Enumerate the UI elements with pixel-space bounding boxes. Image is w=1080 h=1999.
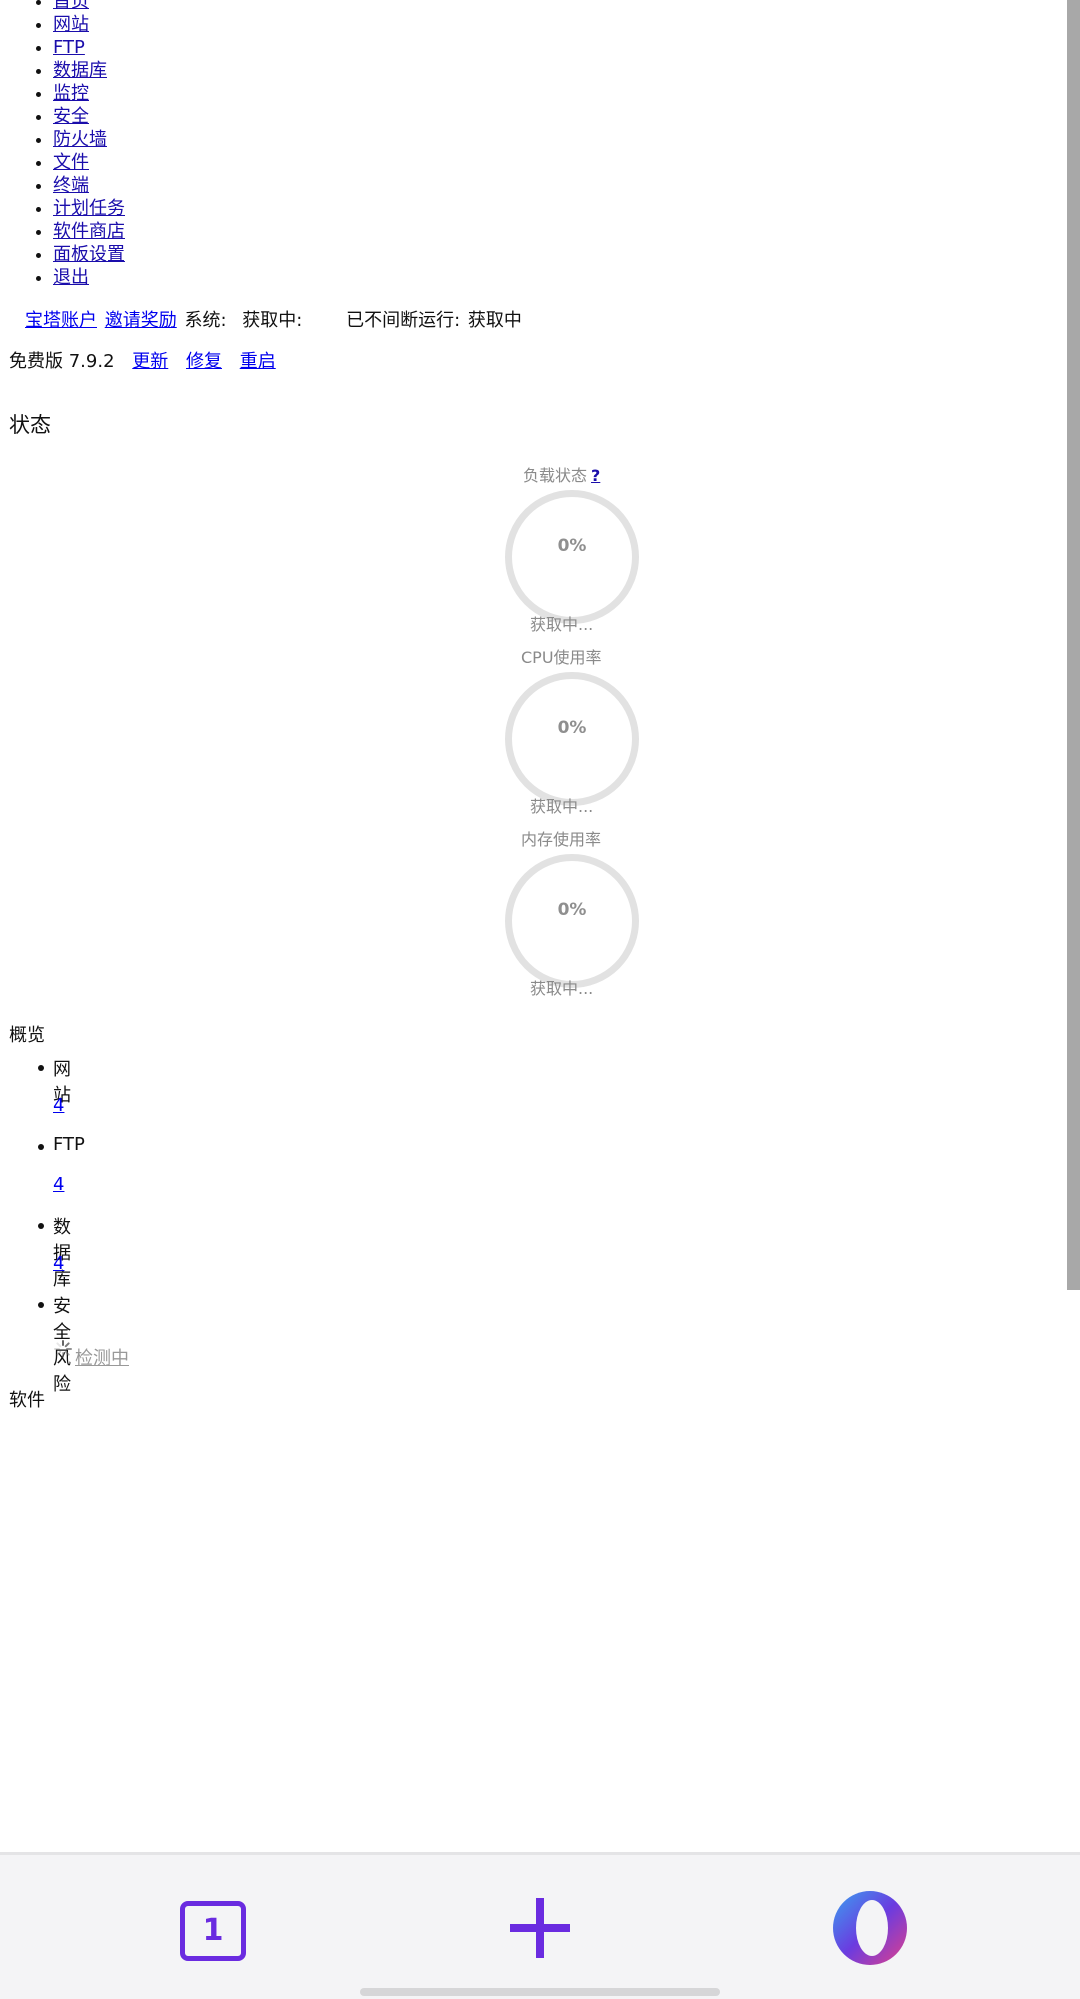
invite-link[interactable]: 邀请奖励	[105, 310, 177, 331]
uptime-value: 获取中	[467, 310, 522, 331]
system-value: 获取中:	[242, 310, 303, 331]
account-link[interactable]: 宝塔账户	[25, 310, 97, 331]
nav-link-files[interactable]: 文件	[53, 152, 89, 173]
nav-item-home[interactable]: 首页	[53, 0, 125, 13]
nav-link-security[interactable]: 安全	[53, 106, 89, 127]
status-title: 状态	[9, 413, 51, 437]
nav-item-store[interactable]: 软件商店	[53, 220, 125, 243]
overview-count-link[interactable]: 4	[53, 1253, 64, 1274]
nav-item-ftp[interactable]: FTP	[53, 36, 125, 59]
cpu-gauge-value: 0%	[557, 718, 587, 738]
update-link[interactable]: 更新	[132, 351, 168, 372]
overview-label: 数据库	[53, 1217, 71, 1290]
load-gauge-value: 0%	[557, 536, 587, 556]
nav-link-ftp[interactable]: FTP	[53, 37, 85, 58]
bullet	[38, 1144, 44, 1150]
overview-count-link[interactable]: 4	[53, 1095, 64, 1116]
nav-item-websites[interactable]: 网站	[53, 13, 125, 36]
nav-item-settings[interactable]: 面板设置	[53, 243, 125, 266]
overview-title: 概览	[9, 1025, 45, 1046]
load-gauge-status: 获取中...	[530, 615, 594, 634]
nav-item-cron[interactable]: 计划任务	[53, 197, 125, 220]
memory-gauge-title: 内存使用率	[521, 830, 602, 849]
load-help-link[interactable]: ?	[591, 466, 600, 485]
nav-item-files[interactable]: 文件	[53, 151, 125, 174]
repair-link[interactable]: 修复	[186, 351, 222, 372]
nav-link-monitor[interactable]: 监控	[53, 83, 89, 104]
nav-link-settings[interactable]: 面板设置	[53, 244, 125, 265]
system-info-line: 宝塔账户 邀请奖励 系统: 获取中: 已不间断运行: 获取中	[25, 306, 524, 332]
overview-count-link[interactable]: 4	[53, 1174, 64, 1195]
cpu-gauge-status: 获取中...	[530, 797, 594, 816]
opera-icon[interactable]	[832, 1890, 908, 1966]
cpu-gauge-title: CPU使用率	[521, 648, 602, 667]
nav-item-terminal[interactable]: 终端	[53, 174, 125, 197]
nav-link-websites[interactable]: 网站	[53, 14, 89, 35]
nav-link-cron[interactable]: 计划任务	[53, 198, 125, 219]
version-line: 免费版 7.9.2 更新 修复 重启	[9, 347, 276, 373]
nav-link-database[interactable]: 数据库	[53, 60, 107, 81]
load-gauge-title: 负载状态	[523, 466, 588, 485]
nav-link-terminal[interactable]: 终端	[53, 175, 89, 196]
load-gauge-title-wrap: 负载状态?	[523, 462, 600, 486]
nav-link-store[interactable]: 软件商店	[53, 221, 125, 242]
version-text: 免费版 7.9.2	[9, 351, 115, 372]
nav-link-firewall[interactable]: 防火墙	[53, 129, 107, 150]
nav-item-firewall[interactable]: 防火墙	[53, 128, 125, 151]
cpu-gauge-ring[interactable]	[505, 672, 639, 806]
tab-count: 1	[202, 1913, 224, 1948]
nav-link-home[interactable]: 首页	[53, 0, 89, 12]
bullet	[38, 1065, 44, 1071]
bullet	[38, 1223, 44, 1229]
nav-link-logout[interactable]: 退出	[53, 267, 89, 288]
system-label: 系统:	[184, 310, 227, 331]
software-title: 软件	[9, 1390, 45, 1411]
page-scrollbar[interactable]	[1067, 0, 1080, 1290]
nav-item-logout[interactable]: 退出	[53, 266, 125, 289]
overview-label: FTP	[53, 1134, 85, 1155]
nav-item-security[interactable]: 安全	[53, 105, 125, 128]
nav-item-database[interactable]: 数据库	[53, 59, 125, 82]
load-gauge-ring[interactable]	[505, 490, 639, 624]
plus-icon[interactable]	[508, 1896, 572, 1960]
security-checking-link[interactable]: 检测中	[75, 1344, 129, 1370]
browser-bottom-bar: 1	[0, 1852, 1080, 1999]
memory-gauge-status: 获取中...	[530, 979, 594, 998]
main-nav: 首页 网站 FTP 数据库 监控 安全 防火墙 文件 终端 计划任务 软件商店 …	[0, 0, 125, 289]
memory-gauge-ring[interactable]	[505, 854, 639, 988]
home-indicator	[360, 1988, 720, 1996]
memory-gauge-value: 0%	[557, 900, 587, 920]
restart-link[interactable]: 重启	[240, 351, 276, 372]
bullet	[38, 1302, 44, 1308]
nav-item-monitor[interactable]: 监控	[53, 82, 125, 105]
tabs-icon[interactable]: 1	[180, 1901, 246, 1961]
loading-spinner-icon	[54, 1340, 72, 1358]
uptime-label: 已不间断运行:	[346, 310, 461, 331]
